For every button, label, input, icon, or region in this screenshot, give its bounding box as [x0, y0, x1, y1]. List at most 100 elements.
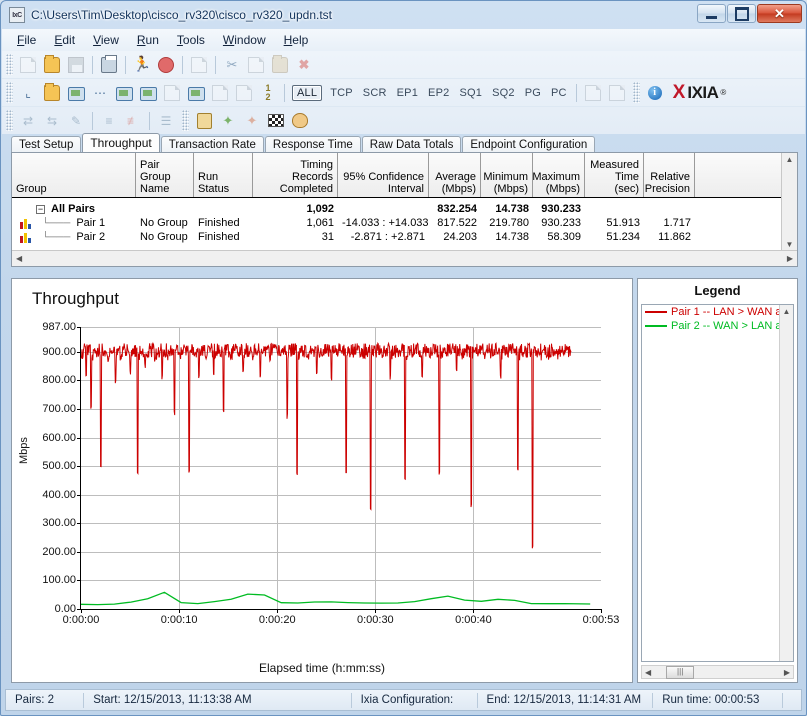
report-icon[interactable]: ✦ — [241, 110, 263, 132]
table-row[interactable]: └─── Pair 1 No Group Finished 1,061 -14.… — [12, 216, 797, 230]
refresh-icon[interactable] — [188, 54, 210, 76]
group-pairs-icon[interactable]: ≡ — [98, 110, 120, 132]
print-icon[interactable] — [98, 54, 120, 76]
menu-file[interactable]: File — [8, 30, 45, 50]
filter-ep1[interactable]: EP1 — [392, 87, 423, 99]
tab-response-time[interactable]: Response Time — [264, 136, 361, 152]
tab-raw-data-totals[interactable]: Raw Data Totals — [361, 136, 462, 152]
toolbar-grip[interactable] — [6, 82, 13, 103]
menu-view[interactable]: View — [84, 30, 128, 50]
run-test-icon[interactable]: 🏃 — [131, 54, 153, 76]
add-pair-icon[interactable]: ⌞ — [17, 82, 39, 104]
filter-sq1[interactable]: SQ1 — [454, 87, 487, 99]
legend-horizontal-scrollbar[interactable]: ◀ ||| ▶ — [641, 665, 794, 679]
legend-title: Legend — [694, 283, 741, 298]
copy-icon[interactable] — [245, 54, 267, 76]
grid-horizontal-scrollbar[interactable]: ◀ ▶ — [12, 250, 797, 266]
run-scripts-icon[interactable] — [193, 110, 215, 132]
new-document-icon[interactable] — [17, 54, 39, 76]
toolbar-grip[interactable] — [6, 54, 13, 75]
toolbar-grip[interactable] — [182, 110, 189, 131]
filter-scr[interactable]: SCR — [358, 87, 392, 99]
column-header-maximum[interactable]: Maximum (Mbps) — [533, 153, 585, 197]
column-header-relative-precision[interactable]: Relative Precision — [644, 153, 695, 197]
legend-item-pair-1[interactable]: Pair 1 -- LAN > WAN a — [642, 305, 793, 319]
filter-sq2[interactable]: SQ2 — [487, 87, 520, 99]
menu-edit[interactable]: Edit — [45, 30, 84, 50]
cell-average: 817.522 — [437, 217, 477, 229]
add-pair-group-icon[interactable]: ⋯ — [89, 82, 111, 104]
cell-minimum: 14.738 — [495, 203, 529, 215]
toolbar-grip[interactable] — [6, 110, 13, 131]
close-button[interactable]: ✕ — [757, 4, 802, 23]
table-row[interactable]: └─── Pair 2 No Group Finished 31 -2.871 … — [12, 230, 797, 244]
filter-all[interactable]: ALL — [292, 84, 323, 101]
minimize-button[interactable] — [697, 4, 726, 23]
info-icon[interactable]: i — [644, 82, 666, 104]
scroll-left-arrow[interactable]: ◀ — [12, 254, 26, 263]
swap-endpoints-icon[interactable]: ⇄ — [17, 110, 39, 132]
column-header-confidence-interval[interactable]: 95% Confidence Interval — [338, 153, 429, 197]
column-header-measured-time[interactable]: Measured Time (sec) — [585, 153, 644, 197]
ixchariot-icon: IxC — [9, 7, 25, 23]
menu-tools[interactable]: Tools — [168, 30, 214, 50]
scrollbar-thumb[interactable]: ||| — [666, 665, 695, 679]
hardware-setup-icon[interactable] — [185, 82, 207, 104]
scroll-right-arrow[interactable]: ▶ — [783, 254, 797, 263]
scroll-down-arrow[interactable]: ▼ — [782, 240, 797, 249]
add-multicast-pair-icon[interactable] — [41, 82, 63, 104]
add-hardware-pair-icon[interactable] — [113, 82, 135, 104]
menu-run[interactable]: Run — [128, 30, 168, 50]
cut-icon[interactable]: ✂ — [221, 54, 243, 76]
table-row[interactable]: − All Pairs 1,092 832.254 14.738 930.233 — [12, 202, 797, 216]
column-header-pair-group-name[interactable]: Pair Group Name — [136, 153, 194, 197]
filter-pg[interactable]: PG — [520, 87, 546, 99]
tab-transaction-rate[interactable]: Transaction Rate — [160, 136, 264, 152]
scroll-up-arrow[interactable]: ▲ — [782, 155, 797, 164]
column-header-timing-records[interactable]: Timing Records Completed — [253, 153, 338, 197]
edit-endpoint-icon[interactable]: ✎ — [65, 110, 87, 132]
menu-window[interactable]: Window — [214, 30, 275, 50]
swap-pairs-icon[interactable]: ⇆ — [41, 110, 63, 132]
validate-icon[interactable] — [209, 82, 231, 104]
delete-icon[interactable]: ✖ — [293, 54, 315, 76]
pair-number-icon[interactable]: 12 — [257, 82, 279, 104]
list-pairs-icon[interactable]: ☰ — [155, 110, 177, 132]
legend-vertical-scrollbar[interactable]: ▲ — [779, 305, 793, 661]
cell-run-status: Finished — [198, 231, 240, 243]
result-tabs: Test Setup Throughput Transaction Rate R… — [11, 133, 798, 152]
tab-endpoint-configuration[interactable]: Endpoint Configuration — [462, 136, 596, 152]
finish-flag-icon[interactable] — [265, 110, 287, 132]
column-header-minimum[interactable]: Minimum (Mbps) — [481, 153, 533, 197]
expander-collapse-icon[interactable]: − — [36, 204, 45, 214]
open-folder-icon[interactable] — [41, 54, 63, 76]
column-header-average[interactable]: Average (Mbps) — [429, 153, 481, 197]
save-disk-icon[interactable] — [65, 54, 87, 76]
legend-item-pair-2[interactable]: Pair 2 -- WAN > LAN a — [642, 319, 793, 333]
filter-pc[interactable]: PC — [546, 87, 572, 99]
filter-ep2[interactable]: EP2 — [423, 87, 454, 99]
scroll-up-arrow[interactable]: ▲ — [780, 307, 793, 316]
ungroup-pairs-icon[interactable]: ≢ — [122, 110, 144, 132]
paste-icon[interactable] — [269, 54, 291, 76]
column-header-group[interactable]: Group — [12, 153, 136, 197]
scroll-left-arrow[interactable]: ◀ — [642, 668, 654, 677]
maximize-button[interactable] — [727, 4, 756, 23]
stop-test-icon[interactable] — [155, 54, 177, 76]
compare-icon[interactable] — [233, 82, 255, 104]
copy-view-icon[interactable] — [582, 82, 604, 104]
menu-help[interactable]: Help — [275, 30, 318, 50]
tab-throughput[interactable]: Throughput — [82, 133, 160, 152]
grid-vertical-scrollbar[interactable]: ▲ ▼ — [781, 153, 797, 251]
tab-test-setup[interactable]: Test Setup — [11, 136, 82, 152]
add-wireless-pair-icon[interactable] — [137, 82, 159, 104]
scroll-right-arrow[interactable]: ▶ — [781, 668, 793, 677]
export-view-icon[interactable] — [606, 82, 628, 104]
toolbar-grip[interactable] — [632, 82, 640, 103]
filter-tcp[interactable]: TCP — [325, 87, 358, 99]
palette-icon[interactable] — [289, 110, 311, 132]
edit-pair-icon[interactable] — [161, 82, 183, 104]
column-header-run-status[interactable]: Run Status — [194, 153, 253, 197]
results-icon[interactable]: ✦ — [217, 110, 239, 132]
add-voip-pair-icon[interactable] — [65, 82, 87, 104]
